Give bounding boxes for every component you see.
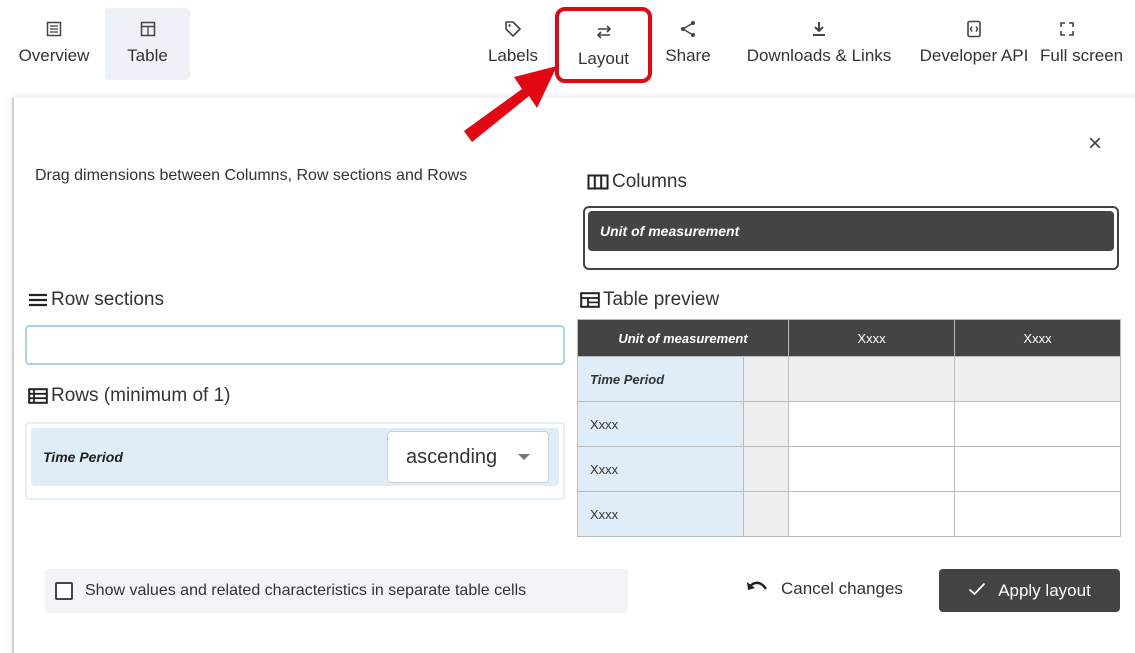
downloads-button[interactable]: Downloads & Links	[733, 8, 905, 80]
annotation-arrow-icon	[464, 66, 557, 142]
preview-cell	[743, 446, 789, 492]
columns-title-label: Columns	[612, 171, 687, 192]
table-preview-title-label: Table preview	[603, 289, 720, 310]
preview-row-label: Xxxx	[577, 401, 744, 447]
table-preview-icon	[580, 292, 600, 308]
download-icon	[811, 14, 827, 44]
developer-api-button[interactable]: Developer API	[908, 8, 1040, 80]
preview-cell	[954, 356, 1121, 402]
overview-icon	[46, 14, 62, 44]
preview-row: Xxxx	[577, 491, 1121, 537]
preview-cell	[788, 356, 955, 402]
layout-label: Layout	[577, 49, 630, 68]
preview-header-cell: Xxxx	[788, 319, 955, 357]
full-screen-button[interactable]: Full screen	[1040, 8, 1135, 80]
preview-cell	[743, 401, 789, 447]
check-icon	[968, 581, 986, 601]
columns-icon	[587, 174, 609, 190]
overview-label: Overview	[18, 46, 90, 65]
preview-row-label: Xxxx	[577, 446, 744, 492]
cancel-changes-label: Cancel changes	[781, 578, 903, 598]
overview-button[interactable]: Overview	[6, 8, 102, 80]
developer-api-label: Developer API	[919, 46, 1029, 65]
row-sections-title: Row sections	[28, 289, 164, 311]
preview-row: Time Period	[577, 356, 1121, 402]
cancel-changes-button[interactable]: Cancel changes	[745, 578, 903, 599]
drag-hint: Drag dimensions between Columns, Row sec…	[35, 167, 468, 184]
preview-cell	[788, 401, 955, 447]
preview-cell	[954, 491, 1121, 537]
rows-dropzone[interactable]: Time Period ascending	[25, 422, 565, 500]
column-dimension-chip[interactable]: Unit of measurement	[588, 211, 1114, 251]
api-icon	[966, 14, 982, 44]
separate-cells-label: Show values and related characteristics …	[85, 582, 527, 599]
table-button[interactable]: Table	[105, 8, 190, 80]
rows-title-label: Rows (minimum of 1)	[51, 385, 231, 406]
separate-cells-option[interactable]: Show values and related characteristics …	[45, 569, 628, 613]
sort-order-value: ascending	[406, 445, 498, 468]
row-sections-dropzone[interactable]	[25, 325, 565, 365]
table-preview: Unit of measurement Xxxx Xxxx Time Perio…	[577, 319, 1121, 537]
share-button[interactable]: Share	[656, 8, 720, 80]
swap-icon	[595, 17, 613, 47]
preview-row-dimension: Time Period	[577, 356, 744, 402]
preview-cell	[743, 356, 789, 402]
table-icon	[140, 14, 156, 44]
preview-cell	[788, 491, 955, 537]
preview-row: Xxxx	[577, 401, 1121, 447]
columns-dropzone[interactable]: Unit of measurement	[583, 206, 1119, 270]
table-preview-title: Table preview	[580, 289, 719, 311]
column-dimension-label: Unit of measurement	[600, 223, 740, 239]
close-icon[interactable]: ×	[1088, 130, 1102, 158]
table-label: Table	[127, 46, 168, 65]
preview-header-cell: Xxxx	[954, 319, 1121, 357]
preview-row-label: Xxxx	[577, 491, 744, 537]
sort-order-select[interactable]: ascending	[387, 431, 549, 483]
row-dimension-chip[interactable]: Time Period ascending	[31, 428, 559, 486]
tag-icon	[504, 14, 522, 44]
preview-cell	[788, 446, 955, 492]
preview-cell	[743, 491, 789, 537]
rows-icon	[28, 388, 48, 404]
separate-cells-checkbox[interactable]	[55, 582, 73, 600]
share-label: Share	[665, 46, 711, 65]
full-screen-label: Full screen	[1040, 46, 1124, 65]
preview-cell	[954, 401, 1121, 447]
apply-layout-label: Apply layout	[998, 580, 1091, 600]
preview-row: Xxxx	[577, 446, 1121, 492]
caret-down-icon	[518, 454, 530, 460]
columns-title: Columns	[587, 171, 687, 193]
undo-icon	[745, 578, 769, 599]
apply-layout-button[interactable]: Apply layout	[939, 569, 1120, 612]
preview-cell	[954, 446, 1121, 492]
row-sections-title-label: Row sections	[51, 289, 164, 310]
fullscreen-icon	[1040, 14, 1094, 44]
row-dimension-label: Time Period	[43, 449, 123, 465]
rows-title: Rows (minimum of 1)	[28, 385, 230, 407]
share-icon	[679, 14, 697, 44]
preview-header-dimension: Unit of measurement	[577, 319, 789, 357]
row-sections-icon	[28, 292, 48, 308]
preview-header-row: Unit of measurement Xxxx Xxxx	[577, 319, 1121, 357]
downloads-label: Downloads & Links	[746, 46, 892, 65]
